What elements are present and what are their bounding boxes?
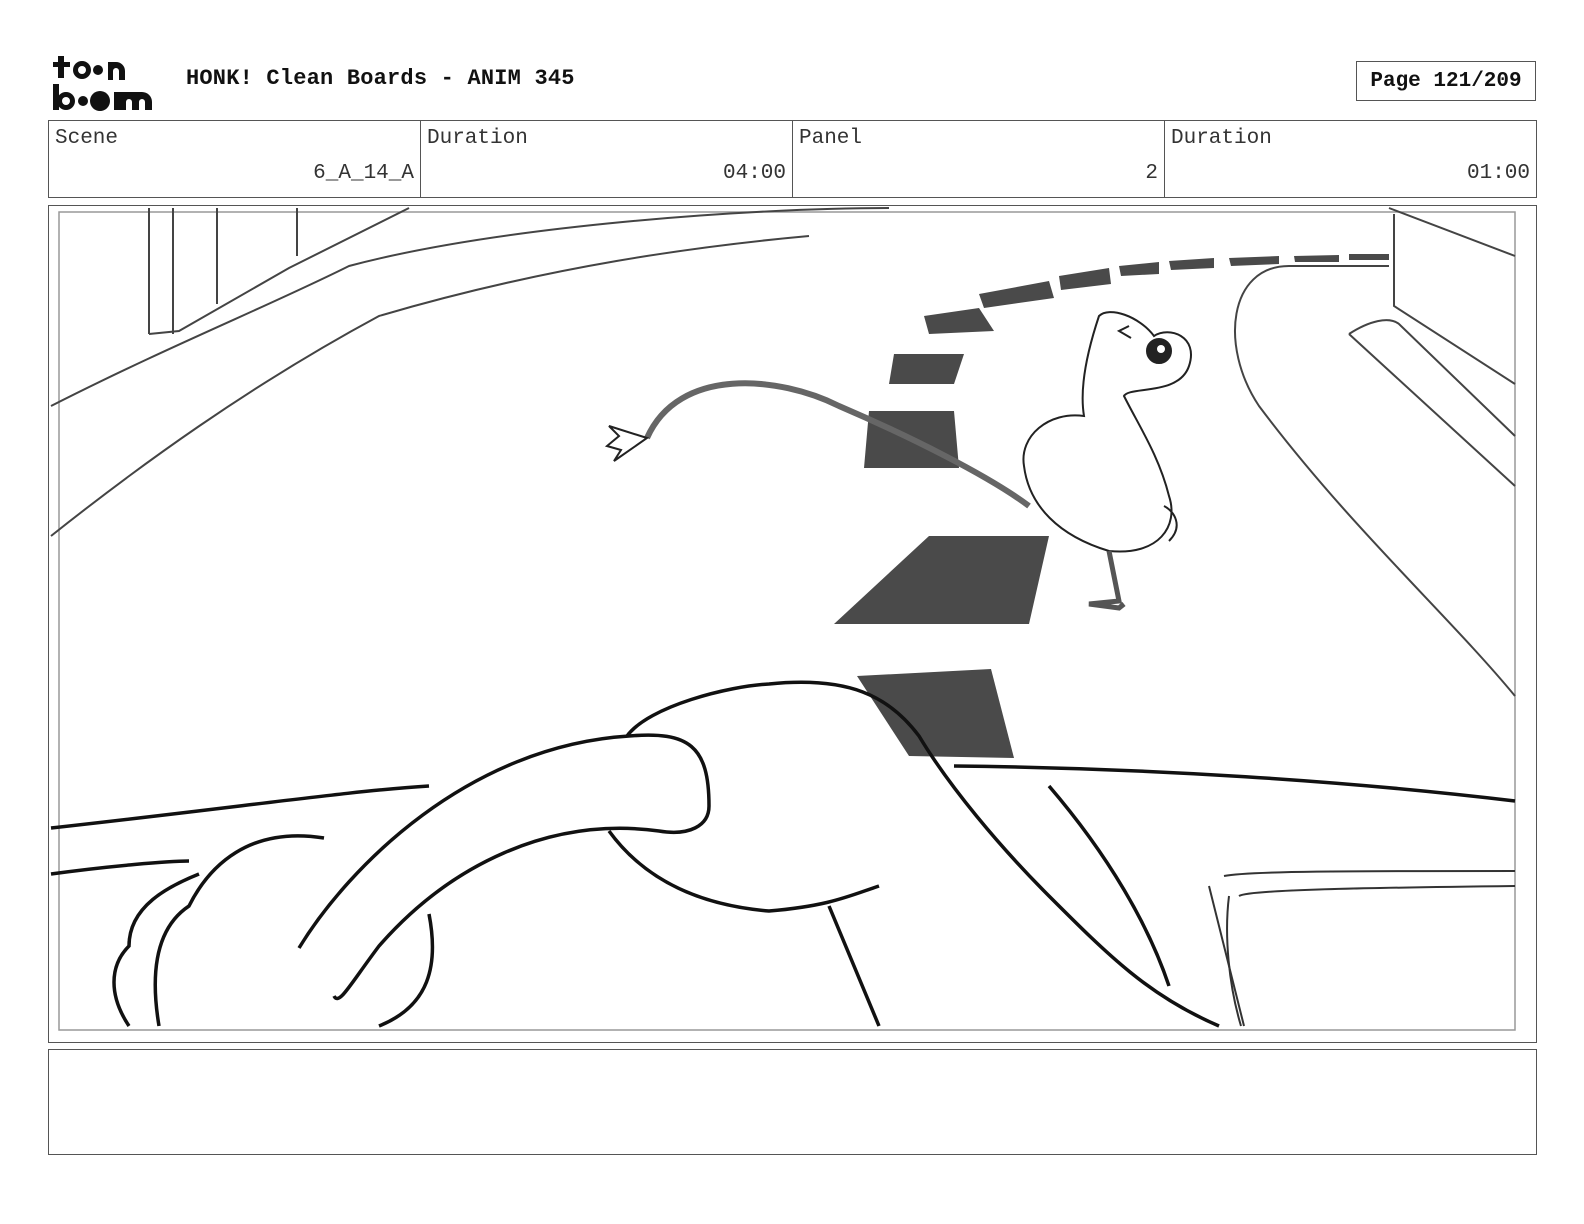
document-title: HONK! Clean Boards - ANIM 345 (186, 66, 575, 91)
safe-frame (58, 211, 1516, 1031)
road-scene (50, 207, 1516, 697)
scene-cell: Scene 6_A_14_A (49, 121, 421, 197)
scene-duration-label: Duration (427, 127, 528, 150)
panel-label: Panel (799, 127, 863, 150)
scene-value: 6_A_14_A (313, 162, 414, 185)
scene-info-table: Scene 6_A_14_A Duration 04:00 Panel 2 Du… (48, 120, 1537, 198)
steering-wheel-and-hands (50, 680, 1516, 1028)
storyboard-panel (48, 205, 1537, 1043)
scene-duration-value: 04:00 (722, 162, 786, 185)
scene-duration-cell: Duration 04:00 (421, 121, 793, 197)
toon-boom-logo (53, 56, 152, 111)
page-indicator: Page 121/209 (1356, 61, 1536, 101)
panel-duration-cell: Duration 01:00 (1165, 121, 1536, 197)
panel-duration-value: 01:00 (1466, 162, 1530, 185)
panel-value: 2 (1145, 162, 1158, 185)
scene-label: Scene (55, 127, 119, 150)
panel-duration-label: Duration (1171, 127, 1272, 150)
panel-notes-box (48, 1049, 1537, 1155)
panel-cell: Panel 2 (793, 121, 1165, 197)
panel-drawing (50, 207, 1516, 1031)
